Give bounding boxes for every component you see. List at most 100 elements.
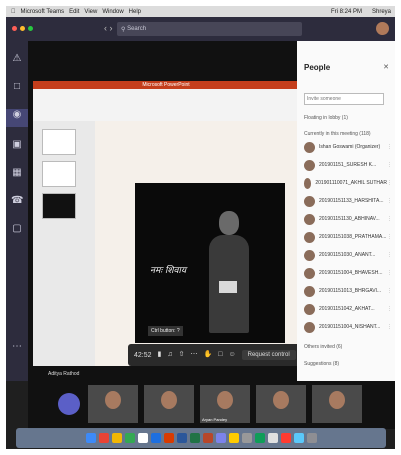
app-icon[interactable] — [98, 433, 109, 443]
app-icon[interactable] — [189, 433, 200, 443]
avatar — [304, 141, 315, 153]
share-icon[interactable]: ⇧ — [179, 350, 185, 360]
participants-icon[interactable]: ☺ — [228, 350, 235, 360]
activity-icon[interactable]: ⚠ — [11, 53, 23, 65]
menu-view[interactable]: View — [84, 9, 97, 15]
mic-icon: ⋮ — [387, 216, 392, 222]
app-frame:  Microsoft Teams Edit View Window Help … — [6, 6, 395, 449]
teams-titlebar: ‹ › ⚲ Search — [6, 17, 395, 41]
clock-text: Fri 8:24 PM — [330, 8, 362, 15]
slide-thumbnail — [42, 129, 76, 155]
participant-row[interactable]: 201901151013_BHRGAVI... ⋮ — [304, 283, 392, 299]
app-icon[interactable] — [241, 433, 252, 443]
menu-edit[interactable]: Edit — [69, 9, 79, 15]
calls-icon[interactable]: ☎ — [11, 195, 23, 207]
search-placeholder: Search — [127, 26, 147, 32]
more-apps-icon[interactable]: ⋯ — [11, 341, 23, 353]
video-tiles: Aryan Pandey — [28, 381, 395, 429]
app-icon[interactable] — [176, 433, 187, 443]
apple-icon[interactable]:  — [11, 9, 16, 15]
app-icon[interactable] — [293, 433, 304, 443]
participant-row[interactable]: 201901151004_NISHANT... ⋮ — [304, 319, 392, 335]
nav-arrows[interactable]: ‹ › — [104, 23, 113, 33]
slide-thumbnails — [33, 121, 95, 366]
app-icon[interactable] — [267, 433, 278, 443]
tile-name: Aryan Pandey — [202, 417, 228, 422]
mic-icon[interactable]: ♫ — [167, 350, 172, 360]
finder-icon[interactable] — [85, 433, 96, 443]
control-tooltip: Ctrl button: ? — [148, 326, 183, 336]
participant-row[interactable]: 201901151030_ANANT... ⋮ — [304, 247, 392, 263]
avatar — [304, 177, 312, 189]
participant-tile[interactable]: Aryan Pandey — [200, 385, 250, 423]
participant-tile[interactable] — [58, 393, 80, 415]
chat-toggle-icon[interactable]: □ — [218, 350, 222, 360]
slide-title: नमः शिवाय — [150, 266, 187, 276]
app-icon[interactable] — [111, 433, 122, 443]
app-icon[interactable] — [254, 433, 265, 443]
avatar — [304, 195, 315, 207]
call-timer: 42:52 — [134, 351, 152, 359]
avatar — [304, 303, 315, 315]
close-window-icon[interactable] — [12, 26, 17, 31]
participant-tile[interactable] — [88, 385, 138, 423]
participant-row[interactable]: 201901151042_AKHAT... ⋮ — [304, 301, 392, 317]
app-icon[interactable] — [150, 433, 161, 443]
participant-tile[interactable] — [256, 385, 306, 423]
slide-photo — [205, 211, 253, 333]
app-icon[interactable] — [163, 433, 174, 443]
participant-row[interactable]: 201901151130_ABHINAV... ⋮ — [304, 211, 392, 227]
suggestions-section[interactable]: Suggestions (8) — [304, 361, 339, 367]
presenter-label: Aditya Rathod — [48, 371, 80, 377]
user-name[interactable]: Shreya — [372, 9, 391, 15]
more-icon[interactable]: ⋯ — [191, 350, 198, 360]
calendar-icon[interactable]: ▦ — [11, 167, 23, 179]
avatar — [304, 213, 315, 225]
files-icon[interactable]: ▢ — [11, 223, 23, 235]
app-icon[interactable] — [228, 433, 239, 443]
participant-tile[interactable] — [312, 385, 362, 423]
slide-thumbnail — [42, 193, 76, 219]
app-rail: ⚠ □ ◉ ▣ ▦ ☎ ▢ ⋯ — [6, 41, 28, 381]
mic-icon: ⋮ — [387, 198, 392, 204]
trash-icon[interactable] — [306, 433, 317, 443]
others-invited-section[interactable]: Others invited (6) — [304, 344, 342, 350]
avatar — [304, 159, 315, 171]
participant-tile[interactable] — [144, 385, 194, 423]
teams-icon[interactable]: ◉ — [6, 109, 28, 127]
close-icon[interactable]: ✕ — [383, 63, 389, 71]
participant-row[interactable]: 201901151_SURESH K... ⋮ — [304, 157, 392, 173]
app-icon[interactable] — [137, 433, 148, 443]
participant-row[interactable]: 201901151004_BHAVESH... ⋮ — [304, 265, 392, 281]
hand-icon[interactable]: ✋ — [204, 350, 213, 360]
invite-input[interactable]: Invite someone — [304, 93, 384, 105]
mic-icon: ⋮ — [387, 324, 392, 330]
chat-icon[interactable]: □ — [11, 81, 23, 93]
camera-icon[interactable]: ▮ — [158, 350, 162, 360]
participant-row[interactable]: 201901110071_AKHIL SUTHAR ⋮ — [304, 175, 392, 191]
teams-dock-icon[interactable] — [215, 433, 226, 443]
mic-icon: ⋮ — [387, 270, 392, 276]
participant-row[interactable]: 201901151038_PRATHAMA... ⋮ — [304, 229, 392, 245]
menu-app-name[interactable]: Microsoft Teams — [21, 9, 65, 15]
slide-thumbnail — [42, 161, 76, 187]
request-control-button[interactable]: Request control — [241, 350, 296, 360]
shared-powerpoint: Microsoft PowerPoint नमः शिवाय — [33, 81, 299, 425]
menu-help[interactable]: Help — [129, 9, 141, 15]
search-input[interactable]: ⚲ Search — [117, 22, 302, 36]
menu-window[interactable]: Window — [102, 9, 123, 15]
app-icon[interactable] — [280, 433, 291, 443]
participant-row[interactable]: 201901151133_HARSHITA... ⋮ — [304, 193, 392, 209]
minimize-window-icon[interactable] — [20, 26, 25, 31]
participant-row[interactable]: Ishan Goswami (Organizer) ⋮ — [304, 139, 392, 155]
mic-icon: ⋮ — [387, 306, 392, 312]
in-meeting-section[interactable]: Currently in this meeting (118) — [304, 131, 371, 137]
app-icon[interactable] — [202, 433, 213, 443]
profile-avatar[interactable] — [376, 22, 389, 35]
app-icon[interactable] — [124, 433, 135, 443]
maximize-window-icon[interactable] — [28, 26, 33, 31]
avatar — [304, 267, 315, 279]
assignments-icon[interactable]: ▣ — [11, 139, 23, 151]
lobby-section[interactable]: Floating in lobby (1) — [304, 115, 348, 121]
avatar — [304, 321, 315, 333]
